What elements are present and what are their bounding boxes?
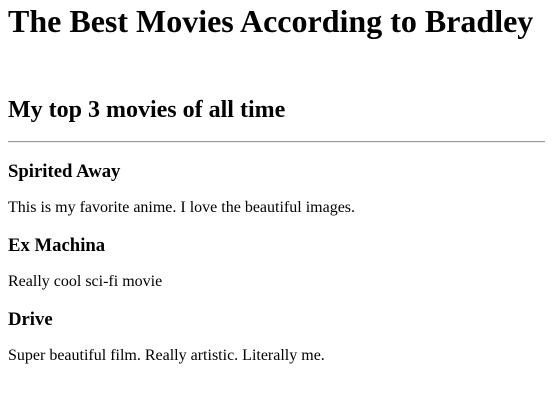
movie-description: This is my favorite anime. I love the be… [8, 199, 356, 216]
movie-description: Really cool sci-fi movie [8, 273, 163, 290]
movie-entry: Spirited Away This is my favorite anime.… [8, 161, 545, 217]
movie-description: Super beautiful film. Really artistic. L… [8, 347, 325, 364]
movie-title: Spirited Away [8, 161, 121, 182]
page-subtitle: My top 3 movies of all time [8, 97, 286, 123]
page-content: The Best Movies According to Bradley My … [0, 0, 553, 365]
divider [8, 141, 545, 143]
movie-title: Drive [8, 309, 53, 330]
page-title: The Best Movies According to Bradley [8, 3, 534, 39]
movie-title: Ex Machina [8, 235, 106, 256]
movie-entry: Ex Machina Really cool sci-fi movie [8, 235, 545, 291]
movie-entry: Drive Super beautiful film. Really artis… [8, 309, 545, 365]
